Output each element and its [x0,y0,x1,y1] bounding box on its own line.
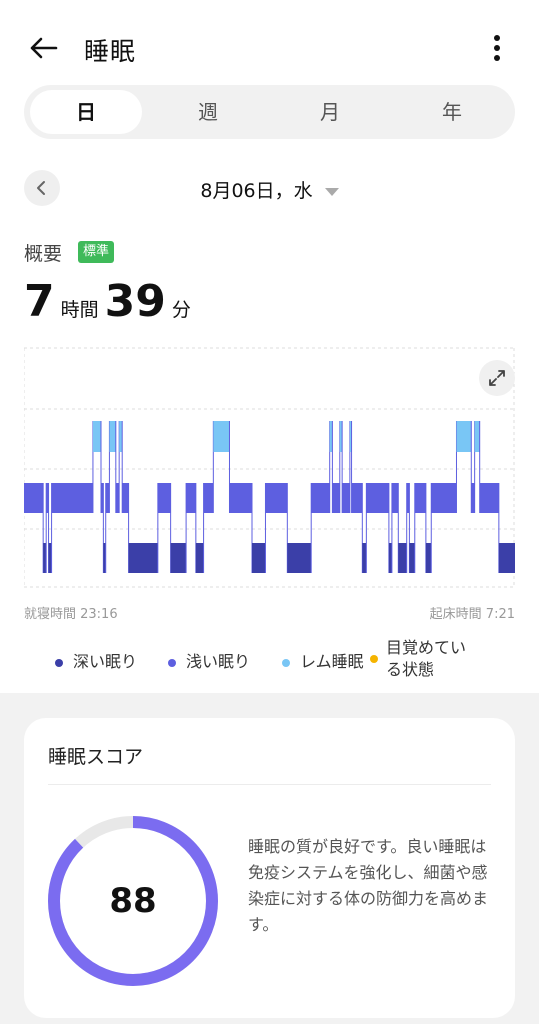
sleep-segment-deep [170,543,187,573]
sleep-segments [24,421,515,573]
dropdown-triangle-icon [324,187,339,196]
legend-dot [370,654,378,663]
sleep-segment-light [51,483,93,513]
sleep-segment-light [24,483,44,513]
sleep-segment-light [229,483,253,513]
sleep-score-title: 睡眠スコア [48,746,144,768]
tab-day[interactable]: 日 [30,90,142,134]
sleep-segment-rem [456,421,472,452]
expand-icon [489,370,505,386]
sleep-segment-light [157,483,171,513]
sleep-segment-deep [498,543,515,573]
sleep-segment-light [479,483,499,513]
status-badge: 標準 [78,241,115,263]
sleep-segment-deep [195,543,204,573]
sleep-segment-rem [474,421,480,452]
legend-rem-sleep: レム睡眠 [282,648,364,672]
sleep-score-description: 睡眠の質が良好です。良い睡眠は免疫システムを強化し、細菌や感染症に対する体の防御… [248,837,489,934]
sleep-segment-deep [362,543,367,573]
legend-dot [282,658,290,667]
sleep-segment-rem [92,421,102,452]
more-options-icon[interactable] [480,32,510,66]
sleep-segment-deep [409,543,415,573]
chart-grid [24,347,515,588]
sleep-segment-light [311,483,330,513]
tab-month[interactable]: 月 [270,85,390,139]
legend-deep-sleep: 深い眠り [55,648,137,672]
tab-week[interactable]: 週 [148,85,268,139]
sleep-stage-chart [24,347,515,588]
sleep-duration: 7 時間 39 分 [24,276,197,327]
period-tabs: 日 週 月 年 [24,85,515,139]
duration-minutes: 39 [104,276,166,327]
legend-dot [55,658,63,667]
sleep-score-value: 88 [109,881,157,921]
legend-light-sleep: 浅い眠り [168,648,250,672]
sleep-segment-light [351,483,363,513]
duration-hours-unit: 時間 [60,299,99,321]
legend-dot [168,658,176,667]
sleep-score-card[interactable]: 睡眠スコア 88 睡眠の質が良好です。良い睡眠は免疫システムを強化し、細菌や感染… [24,718,515,1018]
duration-minutes-unit: 分 [171,299,191,321]
sleep-segment-light [391,483,399,513]
wake-time-label: 起床時間 7:21 [429,607,515,622]
overview-label: 概要 [24,243,63,265]
legend-awake: 目覚めている状態 [386,638,467,677]
sleep-segment-light [342,483,350,513]
sleep-segment-deep [128,543,158,573]
expand-chart-button[interactable] [479,360,515,396]
bedtime-label: 就寝時間 23:16 [24,607,118,622]
sleep-segment-light [105,483,110,513]
sleep-segment-light [265,483,288,513]
sleep-segment-light [186,483,196,513]
back-arrow-icon[interactable] [26,30,62,66]
sleep-segment-light [471,483,475,513]
sleep-segment-light [366,483,389,513]
sleep-segment-rem [109,421,116,452]
duration-hours: 7 [24,276,55,327]
date-selector[interactable]: 8月06日，水 [0,176,539,203]
sleep-segment-deep [287,543,312,573]
sleep-segment-light [122,483,129,513]
top-app-bar: 睡眠 [0,0,539,96]
tab-year[interactable]: 年 [392,85,512,139]
divider [48,784,491,785]
sleep-segment-deep [425,543,432,573]
page-title: 睡眠 [84,37,137,66]
date-label: 8月06日，水 [200,180,313,202]
legend-label: レム睡眠 [300,652,364,671]
sleep-segment-light [332,483,340,513]
sleep-segment-light [414,483,426,513]
legend-label: 浅い眠り [186,652,251,671]
sleep-segment-deep [398,543,407,573]
sleep-segment-light [115,483,120,513]
sleep-segment-rem [213,421,230,452]
legend-label: 深い眠り [73,652,138,671]
sleep-segment-deep [252,543,266,573]
sleep-segment-light [203,483,214,513]
sleep-segment-light [431,483,457,513]
